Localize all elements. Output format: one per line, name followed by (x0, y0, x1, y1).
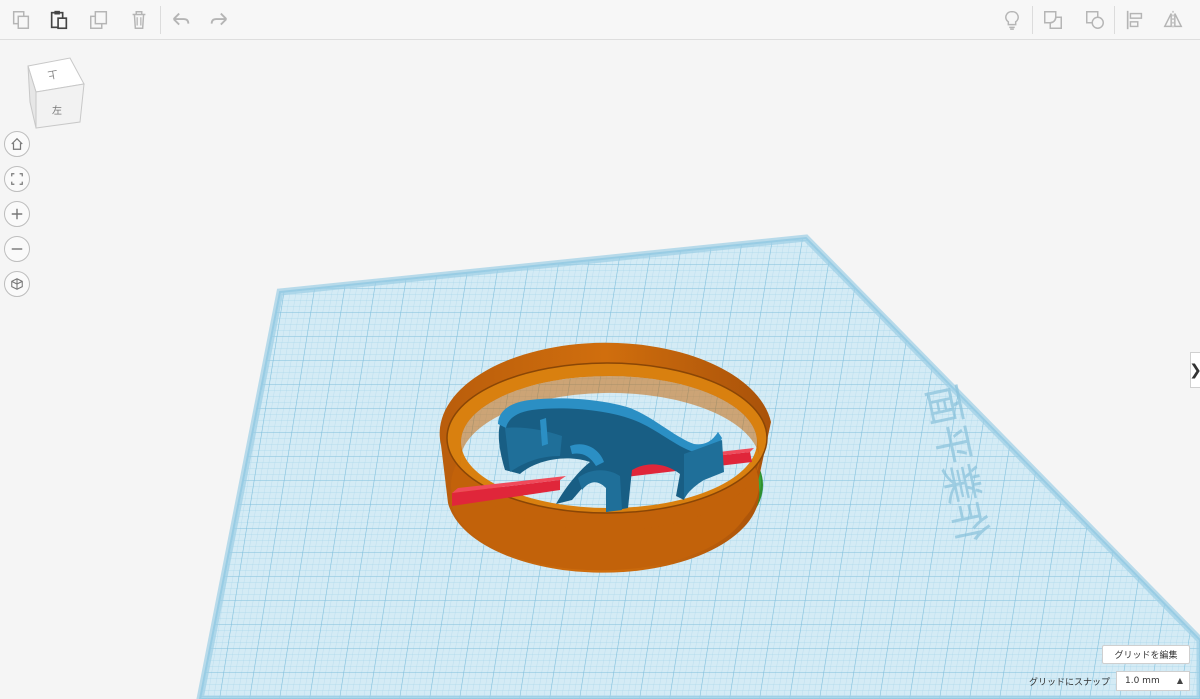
top-toolbar (0, 0, 1200, 40)
toolbar-separator (160, 6, 161, 34)
zoom-out-button[interactable] (4, 236, 30, 262)
group-button[interactable] (1036, 4, 1070, 36)
home-view-button[interactable] (4, 131, 30, 157)
snap-grid-select[interactable]: 1.0 mm ▲ (1116, 671, 1190, 691)
view-cube-icon (27, 57, 85, 129)
paste-button[interactable] (42, 4, 76, 36)
toolbar-separator (1032, 6, 1033, 34)
copy-button[interactable] (4, 4, 38, 36)
group-icon (1044, 11, 1062, 29)
undo-icon (173, 12, 190, 26)
delete-button[interactable] (122, 4, 156, 36)
perspective-button[interactable] (4, 271, 30, 297)
panel-toggle-button[interactable]: ❯ (1189, 352, 1200, 388)
app-window: 作業平面 上 左 グリッドを編集 グリッドにスナップ 1.0 mm ▲ (0, 0, 1200, 699)
fit-view-button[interactable] (4, 166, 30, 192)
align-icon (1126, 10, 1143, 30)
edit-grid-button[interactable]: グリッドを編集 (1102, 645, 1190, 664)
workplane-view[interactable]: 作業平面 (0, 40, 1200, 699)
undo-button[interactable] (164, 4, 198, 36)
redo-icon (210, 12, 227, 26)
paste-icon (50, 10, 68, 30)
copy-icon (12, 11, 30, 29)
view-cube-front-label: 左 (52, 106, 62, 117)
toolbar-separator (1114, 6, 1115, 34)
duplicate-icon (90, 11, 108, 29)
caret-up-icon: ▲ (1176, 676, 1183, 685)
align-button[interactable] (1118, 4, 1152, 36)
ungroup-icon (1086, 11, 1104, 29)
notes-button[interactable] (995, 4, 1029, 36)
snap-grid-label: グリッドにスナップ (1028, 678, 1110, 688)
zoom-in-icon (11, 208, 23, 220)
ungroup-button[interactable] (1078, 4, 1112, 36)
lightbulb-icon (1005, 11, 1019, 30)
view-cube[interactable]: 上 左 (22, 56, 92, 132)
fit-view-icon (11, 173, 23, 185)
mirror-button[interactable] (1156, 4, 1190, 36)
redo-button[interactable] (202, 4, 236, 36)
zoom-out-icon (11, 248, 23, 250)
mirror-icon (1163, 10, 1183, 30)
duplicate-button[interactable] (82, 4, 116, 36)
delete-icon (132, 11, 146, 29)
home-icon (11, 137, 23, 150)
perspective-icon (11, 278, 23, 290)
zoom-in-button[interactable] (4, 201, 30, 227)
snap-grid-value: 1.0 mm (1125, 676, 1160, 686)
